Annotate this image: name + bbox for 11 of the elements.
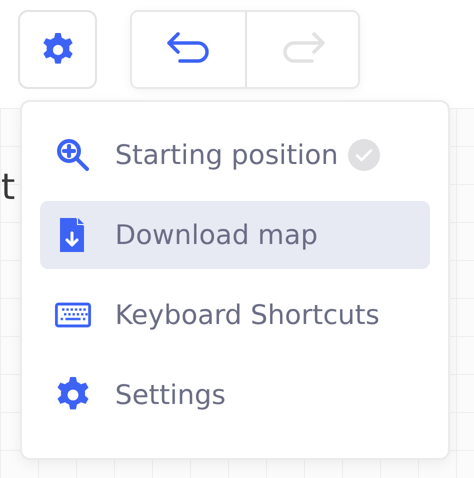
zoom-in-icon	[56, 138, 90, 172]
menu-item[interactable]: Starting position	[40, 121, 430, 189]
file-download-icon	[60, 218, 86, 252]
menu-item[interactable]: Settings	[40, 361, 430, 429]
undo-button[interactable]	[132, 12, 245, 87]
menu-item[interactable]: Download map	[40, 201, 430, 269]
canvas-text: t	[1, 170, 16, 206]
menu-item[interactable]: Keyboard Shortcuts	[40, 281, 430, 349]
keyboard-icon	[55, 302, 91, 328]
settings-icon	[40, 32, 74, 66]
settings-button[interactable]	[18, 10, 97, 89]
